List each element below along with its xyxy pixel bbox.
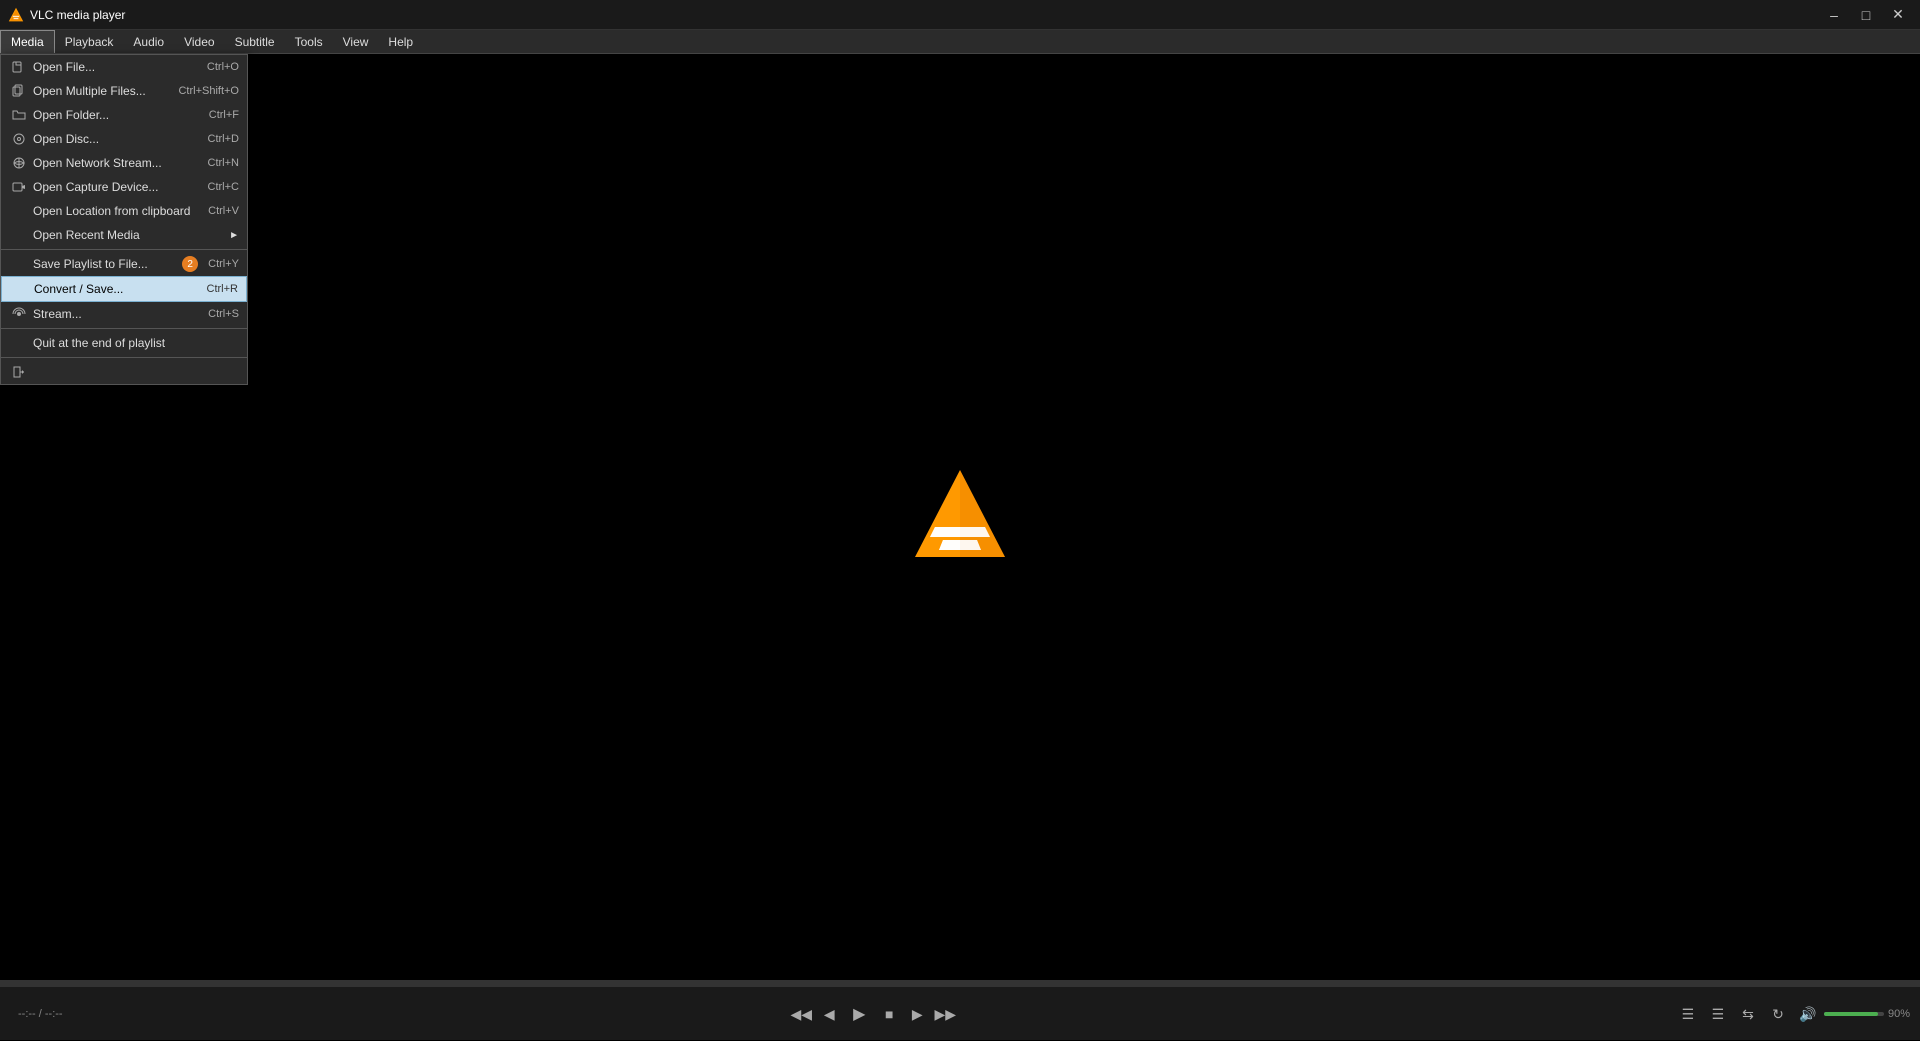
submenu-arrow-icon: ► <box>229 230 239 241</box>
titlebar-title: VLC media player <box>30 8 125 22</box>
forward-button[interactable]: ▶ <box>905 1002 929 1026</box>
save-playlist-icon <box>9 256 29 272</box>
loop-button[interactable]: ↻ <box>1766 1002 1790 1026</box>
playlist-button[interactable]: ☰ <box>1676 1002 1700 1026</box>
open-file-icon <box>9 59 29 75</box>
menu-open-capture[interactable]: Open Capture Device... Ctrl+C <box>1 175 247 199</box>
menu-convert-save[interactable]: Convert / Save... Ctrl+R <box>1 276 247 302</box>
stop-button[interactable]: ■ <box>877 1002 901 1026</box>
menu-open-file[interactable]: Open File... Ctrl+O <box>1 55 247 79</box>
separator-1 <box>1 249 247 250</box>
shuffle-button[interactable]: ⇆ <box>1736 1002 1760 1026</box>
separator-3 <box>1 357 247 358</box>
open-location-icon <box>9 203 29 219</box>
menu-item-media[interactable]: Media <box>0 30 55 53</box>
volume-bar[interactable] <box>1824 1012 1884 1016</box>
time-display: --:-- / --:-- <box>18 1008 63 1020</box>
menu-item-video[interactable]: Video <box>174 30 224 53</box>
progress-bar[interactable] <box>0 981 1920 987</box>
volume-label: 90% <box>1888 1008 1910 1020</box>
menu-item-view[interactable]: View <box>333 30 379 53</box>
rewind-button[interactable]: ◀ <box>817 1002 841 1026</box>
extended-settings-button[interactable]: ☰ <box>1706 1002 1730 1026</box>
convert-save-icon <box>10 281 30 297</box>
titlebar-left: VLC media player <box>8 7 125 23</box>
menu-item-help[interactable]: Help <box>378 30 423 53</box>
menu-open-network[interactable]: Open Network Stream... Ctrl+N <box>1 151 247 175</box>
titlebar: VLC media player – □ ✕ <box>0 0 1920 30</box>
menu-open-disc[interactable]: Open Disc... Ctrl+D <box>1 127 247 151</box>
separator-2 <box>1 328 247 329</box>
quit-end-icon <box>9 335 29 351</box>
menubar: Media Playback Audio Video Subtitle Tool… <box>0 30 1920 54</box>
menu-item-audio[interactable]: Audio <box>123 30 174 53</box>
right-controls: ☰ ☰ ⇆ ↻ 🔊 90% <box>1676 1002 1910 1026</box>
open-folder-icon <box>9 107 29 123</box>
menu-quit[interactable] <box>1 360 247 384</box>
menu-item-playback[interactable]: Playback <box>55 30 124 53</box>
menu-save-playlist[interactable]: Save Playlist to File... 2 Ctrl+Y <box>1 252 247 276</box>
menu-open-recent[interactable]: Open Recent Media ► <box>1 223 247 247</box>
controls-row: --:-- / --:-- ◀◀ ◀ ▶ ■ ▶ ▶▶ ☰ ☰ ⇆ ↻ 🔊 90… <box>0 987 1920 1041</box>
volume-fill <box>1824 1012 1878 1016</box>
vlc-icon <box>8 7 24 23</box>
open-capture-icon <box>9 179 29 195</box>
open-disc-icon <box>9 131 29 147</box>
next-button[interactable]: ▶▶ <box>933 1002 957 1026</box>
menu-stream[interactable]: Stream... Ctrl+S <box>1 302 247 326</box>
play-button[interactable]: ▶ <box>845 1000 873 1028</box>
menu-quit-end[interactable]: Quit at the end of playlist <box>1 331 247 355</box>
maximize-button[interactable]: □ <box>1852 5 1880 25</box>
vlc-cone-large <box>905 462 1015 572</box>
playlist-badge: 2 <box>182 256 198 272</box>
center-controls: ◀◀ ◀ ▶ ■ ▶ ▶▶ <box>789 1000 957 1028</box>
open-network-icon <box>9 155 29 171</box>
menu-open-location[interactable]: Open Location from clipboard Ctrl+V <box>1 199 247 223</box>
volume-icon-button[interactable]: 🔊 <box>1796 1002 1820 1026</box>
open-multiple-icon <box>9 83 29 99</box>
titlebar-controls: – □ ✕ <box>1820 5 1912 25</box>
minimize-button[interactable]: – <box>1820 5 1848 25</box>
quit-icon <box>9 364 29 380</box>
close-button[interactable]: ✕ <box>1884 5 1912 25</box>
menu-item-tools[interactable]: Tools <box>285 30 333 53</box>
open-recent-icon <box>9 227 29 243</box>
menu-item-subtitle[interactable]: Subtitle <box>225 30 285 53</box>
prev-button[interactable]: ◀◀ <box>789 1002 813 1026</box>
volume-slider-container: 🔊 90% <box>1796 1002 1910 1026</box>
bottom-bar: --:-- / --:-- ◀◀ ◀ ▶ ■ ▶ ▶▶ ☰ ☰ ⇆ ↻ 🔊 90… <box>0 980 1920 1040</box>
left-controls: --:-- / --:-- <box>10 1008 71 1020</box>
menu-open-multiple[interactable]: Open Multiple Files... Ctrl+Shift+O <box>1 79 247 103</box>
media-dropdown: Open File... Ctrl+O Open Multiple Files.… <box>0 54 248 385</box>
stream-icon <box>9 306 29 322</box>
menu-open-folder[interactable]: Open Folder... Ctrl+F <box>1 103 247 127</box>
main-content <box>0 54 1920 980</box>
